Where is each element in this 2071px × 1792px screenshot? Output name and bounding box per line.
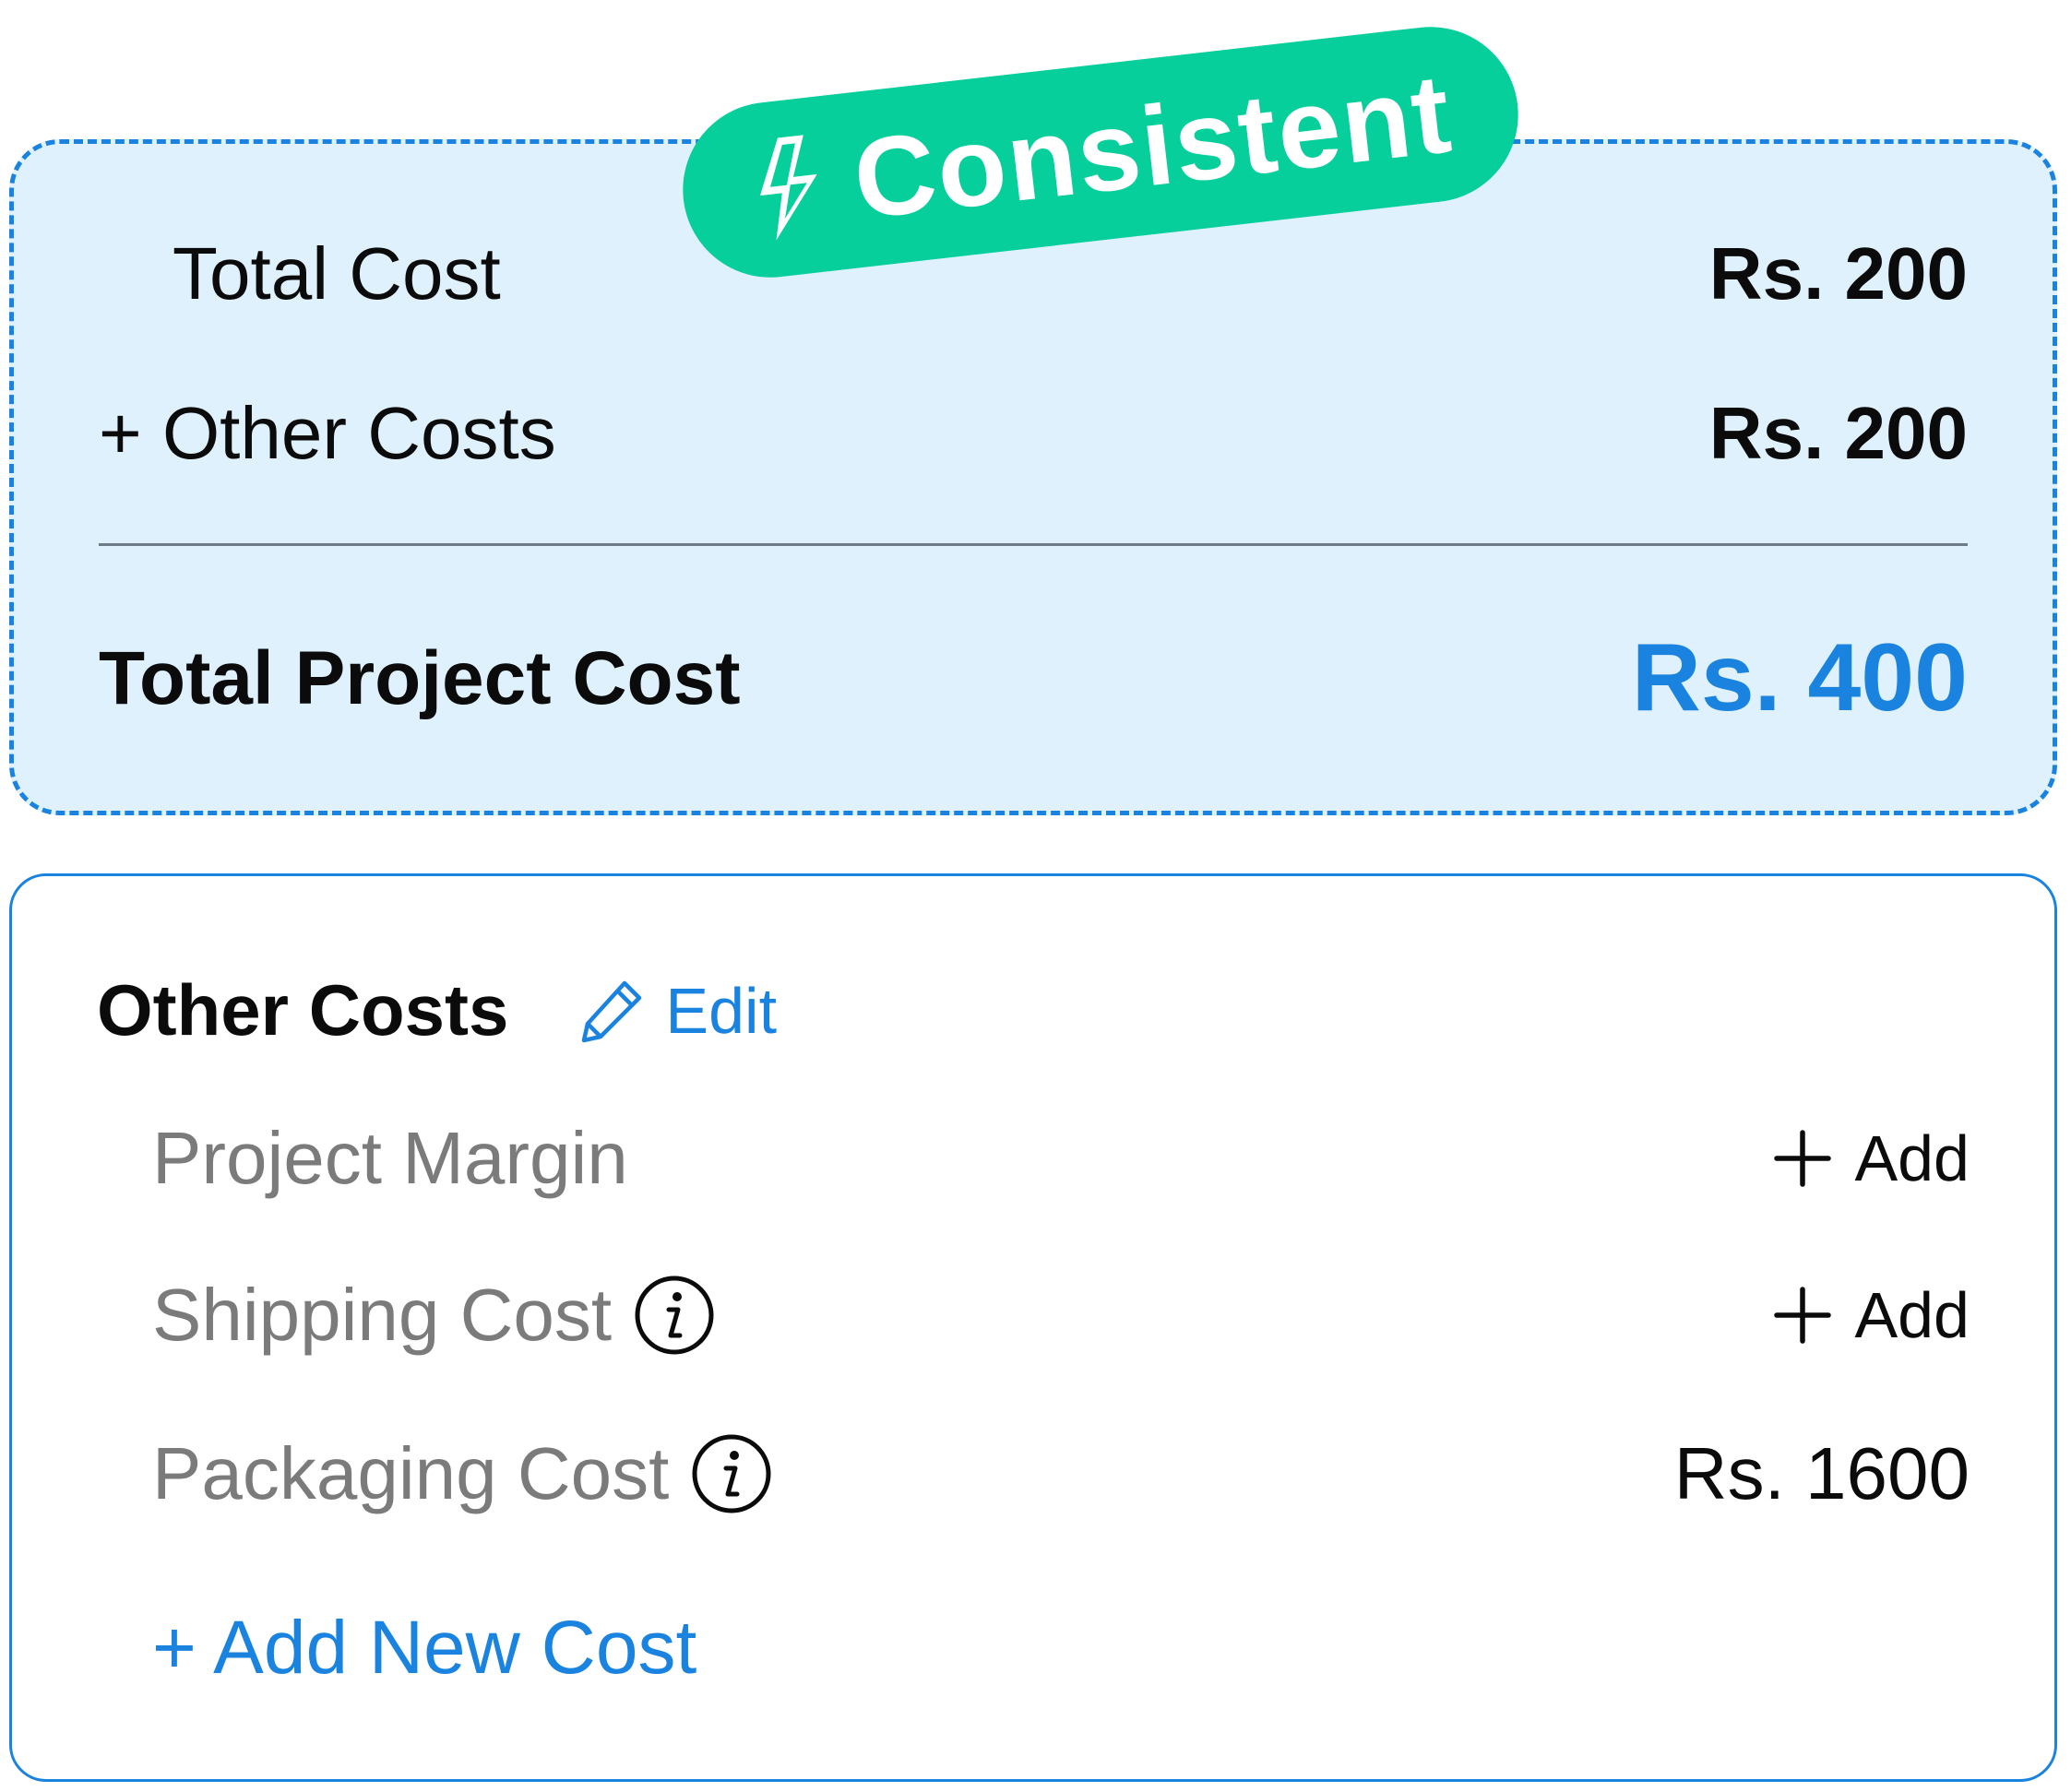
shipping-cost-row: Shipping Cost Add: [152, 1273, 1970, 1358]
packaging-cost-value: Rs. 1600: [1673, 1432, 1970, 1514]
summary-divider: [99, 543, 1968, 546]
other-costs-row: + Other Costs Rs. 200: [99, 391, 1968, 476]
add-label: Add: [1854, 1122, 1970, 1194]
total-cost-label: Total Cost: [173, 232, 501, 314]
shipping-cost-label: Shipping Cost: [152, 1274, 613, 1356]
info-icon[interactable]: [634, 1275, 715, 1356]
edit-button[interactable]: Edit: [577, 974, 777, 1048]
lightning-bolt-icon: [744, 130, 830, 246]
other-costs-card: Other Costs Edit Project Margin Add Ship…: [9, 873, 2057, 1782]
add-new-cost-button[interactable]: + Add New Cost: [152, 1605, 696, 1691]
other-costs-title: Other Costs: [97, 969, 509, 1050]
packaging-cost-label: Packaging Cost: [152, 1432, 670, 1514]
other-costs-value: Rs. 200: [1708, 392, 1968, 474]
info-icon[interactable]: [691, 1433, 772, 1514]
add-shipping-cost-button[interactable]: Add: [1773, 1278, 1970, 1352]
edit-label: Edit: [665, 974, 778, 1047]
consistent-badge-label: Consistent: [847, 50, 1458, 243]
plus-icon: [1774, 1287, 1832, 1344]
total-project-cost-row: Total Project Cost Rs. 400: [99, 623, 1968, 733]
total-cost-value: Rs. 200: [1708, 232, 1968, 314]
packaging-cost-row: Packaging Cost Rs. 1600: [152, 1431, 1970, 1516]
total-project-cost-value: Rs. 400: [1631, 624, 1968, 731]
other-costs-label: + Other Costs: [99, 392, 556, 474]
pencil-icon: [582, 980, 642, 1042]
project-margin-label: Project Margin: [152, 1117, 628, 1199]
add-project-margin-button[interactable]: Add: [1773, 1121, 1970, 1195]
project-margin-row: Project Margin Add: [152, 1116, 1970, 1201]
total-project-cost-label: Total Project Cost: [99, 635, 741, 720]
plus-icon: [1774, 1130, 1832, 1187]
other-costs-header: Other Costs Edit: [97, 968, 777, 1052]
add-label: Add: [1854, 1279, 1970, 1351]
